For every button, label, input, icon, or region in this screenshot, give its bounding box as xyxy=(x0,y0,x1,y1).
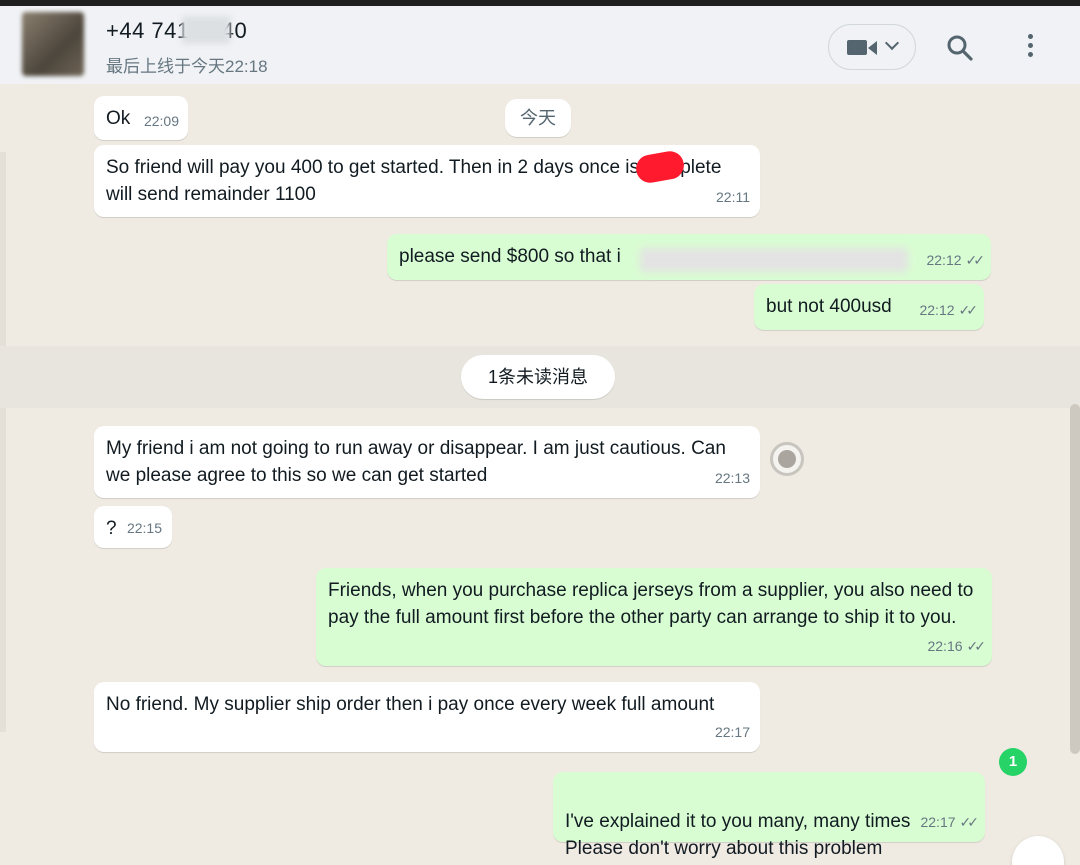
message-text: please send $800 so that i xyxy=(399,246,621,267)
message-text: Ok xyxy=(106,108,131,129)
message-time: 22:12 ✓✓ xyxy=(919,297,979,324)
message-text: So friend will pay you 400 to get starte… xyxy=(106,157,722,205)
message-text: Friends, when you purchase replica jerse… xyxy=(328,580,974,628)
react-emoji-icon[interactable] xyxy=(770,442,804,476)
search-icon[interactable] xyxy=(946,34,974,62)
message-time: 22:15 xyxy=(126,520,162,536)
message-text: My friend i am not going to run away or … xyxy=(106,438,726,486)
message-text: No friend. My supplier ship order then i… xyxy=(106,694,715,715)
message-time-value: 22:12 xyxy=(919,302,955,318)
video-camera-lens xyxy=(868,41,877,55)
contact-avatar[interactable] xyxy=(22,12,84,76)
double-check-icon: ✓✓ xyxy=(965,252,986,268)
message-list[interactable]: Ok 22:09 今天 So friend will pay you 400 t… xyxy=(0,84,1080,865)
chat-header: +44 741 2240 最后上线于今天22:18 xyxy=(0,0,1080,84)
double-check-icon: ✓✓ xyxy=(958,302,979,318)
message-time: 22:11 xyxy=(716,189,750,205)
double-check-icon: ✓✓ xyxy=(966,638,987,654)
double-check-icon: ✓✓ xyxy=(959,814,980,830)
more-vertical-icon[interactable] xyxy=(1018,34,1042,62)
message-incoming[interactable]: Ok 22:09 xyxy=(94,96,188,140)
message-incoming[interactable]: ? 22:15 xyxy=(94,506,172,548)
message-outgoing[interactable]: but not 400usd 22:12 ✓✓ xyxy=(754,284,984,330)
last-seen-status: 最后上线于今天22:18 xyxy=(106,57,268,76)
scroll-to-bottom-button[interactable] xyxy=(1012,836,1064,865)
message-outgoing[interactable]: I've explained it to you many, many time… xyxy=(553,772,985,859)
message-time: 22:17 ✓✓ xyxy=(920,809,980,836)
scrollbar[interactable] xyxy=(1070,404,1080,754)
unread-count-badge: 1 xyxy=(999,748,1027,776)
video-call-button[interactable] xyxy=(828,24,916,70)
message-text: but not 400usd xyxy=(766,296,892,317)
message-time: 22:12 ✓✓ xyxy=(926,247,986,274)
name-redaction xyxy=(182,16,230,44)
message-time-value: 22:17 xyxy=(920,814,956,830)
message-text: I've explained it to you many, many time… xyxy=(565,811,911,859)
message-incoming[interactable]: No friend. My supplier ship order then i… xyxy=(94,682,760,752)
message-time-value: 22:12 xyxy=(926,252,962,268)
message-incoming[interactable]: My friend i am not going to run away or … xyxy=(94,426,760,498)
video-camera-icon xyxy=(847,40,867,55)
date-divider: 今天 xyxy=(505,99,571,137)
message-text: ? xyxy=(106,518,117,539)
message-time: 22:16 ✓✓ xyxy=(927,633,987,660)
message-time-value: 22:16 xyxy=(927,638,963,654)
message-time: 22:09 xyxy=(143,113,179,129)
smiley-icon xyxy=(778,450,796,468)
divider-line xyxy=(0,152,6,732)
message-time: 22:13 xyxy=(714,470,750,486)
message-outgoing[interactable]: Friends, when you purchase replica jerse… xyxy=(316,568,992,666)
message-time: 22:17 xyxy=(714,724,750,740)
unread-divider: 1条未读消息 xyxy=(461,355,615,399)
text-redaction xyxy=(640,248,908,272)
chevron-down-icon xyxy=(884,35,900,51)
